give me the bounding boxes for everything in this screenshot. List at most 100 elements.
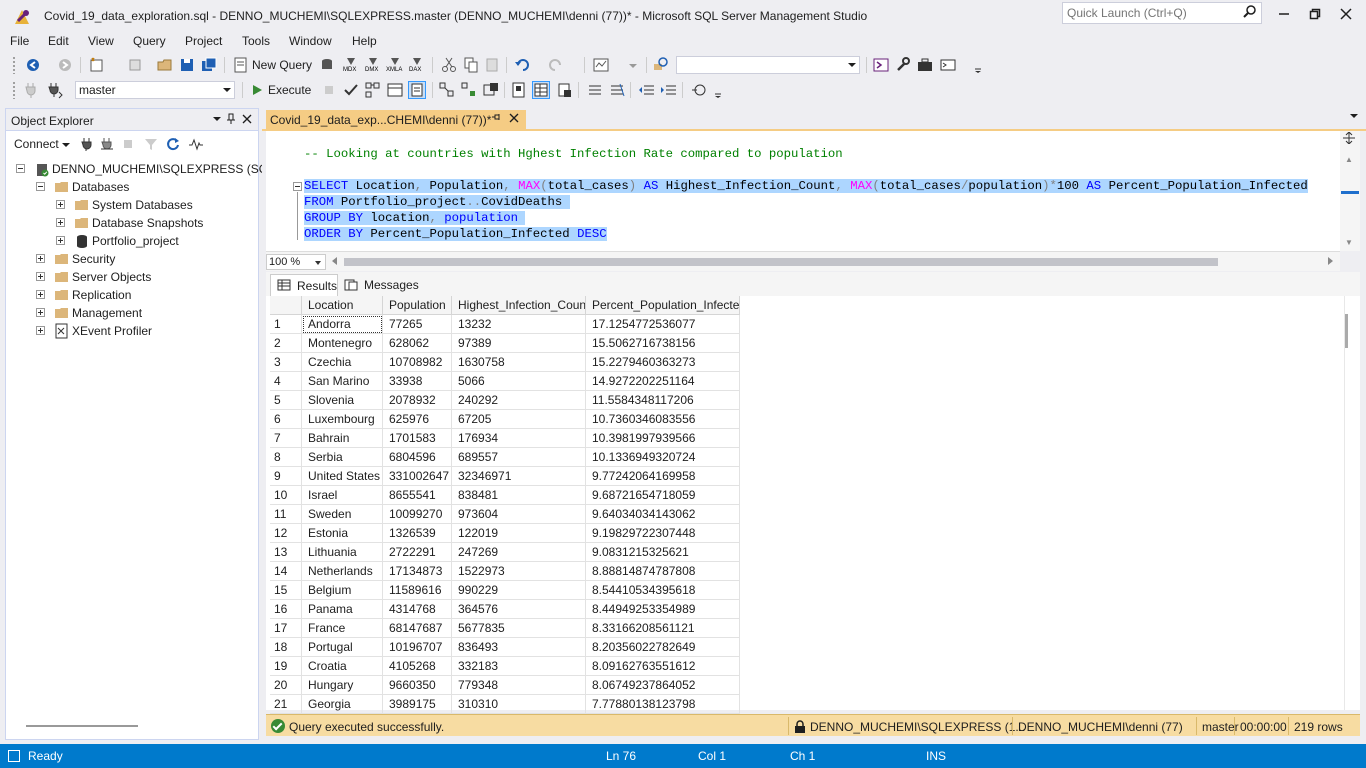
table-row[interactable]: 2 Montenegro 628062 97389 15.5062716738156 xyxy=(270,334,740,353)
tree-node-server-objects[interactable]: Server Objects xyxy=(12,268,258,286)
table-cell[interactable]: 5677835 xyxy=(452,619,586,638)
table-cell[interactable]: 331002647 xyxy=(383,467,452,486)
minimize-button[interactable] xyxy=(1272,4,1296,24)
scroll-up-icon[interactable]: ▲ xyxy=(1345,155,1353,164)
save-all-icon[interactable] xyxy=(200,56,218,74)
toolbar-grip[interactable] xyxy=(12,56,16,74)
available-databases-select[interactable]: master xyxy=(75,81,235,99)
chevron-down-icon[interactable] xyxy=(212,113,222,127)
table-cell[interactable]: 15.2279460363273 xyxy=(586,353,740,372)
table-cell[interactable]: 9.64034034143062 xyxy=(586,505,740,524)
row-number-cell[interactable]: 12 xyxy=(270,524,302,543)
table-row[interactable]: 8 Serbia 6804596 689557 10.1336949320724 xyxy=(270,448,740,467)
column-header[interactable]: Location xyxy=(302,296,383,315)
undo-icon[interactable] xyxy=(514,56,532,74)
table-cell[interactable]: 77265 xyxy=(383,315,452,334)
table-row[interactable]: 11 Sweden 10099270 973604 9.64034034143062 xyxy=(270,505,740,524)
new-query-button[interactable]: New Query xyxy=(252,58,312,72)
table-cell[interactable]: Panama xyxy=(302,600,383,619)
execute-play-icon[interactable] xyxy=(248,81,266,99)
table-cell[interactable]: 628062 xyxy=(383,334,452,353)
output-window-icon[interactable] xyxy=(8,750,20,762)
column-header[interactable]: Percent_Population_Infected xyxy=(586,296,740,315)
table-cell[interactable]: 625976 xyxy=(383,410,452,429)
table-cell[interactable]: 990229 xyxy=(452,581,586,600)
table-cell[interactable]: 10.7360346083556 xyxy=(586,410,740,429)
menu-view[interactable]: View xyxy=(88,34,114,48)
redo-icon[interactable] xyxy=(546,56,564,74)
row-number-cell[interactable]: 7 xyxy=(270,429,302,448)
table-cell[interactable]: 7.77880138123798 xyxy=(586,695,740,714)
table-cell[interactable]: 10.3981997939566 xyxy=(586,429,740,448)
table-cell[interactable]: 97389 xyxy=(452,334,586,353)
table-row[interactable]: 12 Estonia 1326539 122019 9.19829722307448 xyxy=(270,524,740,543)
table-row[interactable]: 13 Lithuania 2722291 247269 9.0831215325621 xyxy=(270,543,740,562)
copy-icon[interactable] xyxy=(462,56,480,74)
table-cell[interactable]: 67205 xyxy=(452,410,586,429)
table-cell[interactable]: 1522973 xyxy=(452,562,586,581)
toolbar-options-icon[interactable] xyxy=(710,81,728,99)
table-cell[interactable]: 9.68721654718059 xyxy=(586,486,740,505)
tree-node-system-databases[interactable]: System Databases xyxy=(12,196,258,214)
mdx-query-icon[interactable]: MDX xyxy=(342,56,360,74)
results-to-text-icon[interactable] xyxy=(482,81,500,99)
connect-plug-icon[interactable] xyxy=(22,81,40,99)
activity-monitor-icon[interactable] xyxy=(592,56,610,74)
cut-icon[interactable] xyxy=(440,56,458,74)
results-to-grid-icon[interactable] xyxy=(532,81,550,99)
table-cell[interactable]: 122019 xyxy=(452,524,586,543)
table-cell[interactable]: United States xyxy=(302,467,383,486)
table-cell[interactable]: 15.5062716738156 xyxy=(586,334,740,353)
table-cell[interactable]: 3989175 xyxy=(383,695,452,714)
menu-file[interactable]: File xyxy=(10,34,29,48)
table-cell[interactable]: 11589616 xyxy=(383,581,452,600)
column-header[interactable]: Highest_Infection_Count xyxy=(452,296,586,315)
table-cell[interactable]: 364576 xyxy=(452,600,586,619)
table-cell[interactable]: 2722291 xyxy=(383,543,452,562)
tree-node-databases[interactable]: Databases xyxy=(12,178,258,196)
table-cell[interactable]: 2078932 xyxy=(383,391,452,410)
table-cell[interactable]: 10099270 xyxy=(383,505,452,524)
tab-query-editor[interactable]: Covid_19_data_exp...CHEMI\denni (77))* xyxy=(266,110,526,130)
find-icon[interactable] xyxy=(652,56,670,74)
table-cell[interactable]: 4105268 xyxy=(383,657,452,676)
table-cell[interactable]: 973604 xyxy=(452,505,586,524)
table-cell[interactable]: 10708982 xyxy=(383,353,452,372)
table-cell[interactable]: 1326539 xyxy=(383,524,452,543)
table-cell[interactable]: Netherlands xyxy=(302,562,383,581)
expand-toggle[interactable] xyxy=(56,218,65,227)
dax-query-icon[interactable]: DAX xyxy=(408,56,426,74)
scroll-down-icon[interactable]: ▼ xyxy=(1345,238,1353,247)
tab-messages[interactable]: Messages xyxy=(342,274,419,296)
table-cell[interactable]: 310310 xyxy=(452,695,586,714)
table-row[interactable]: 18 Portugal 10196707 836493 8.20356022782649 xyxy=(270,638,740,657)
tree-node-security[interactable]: Security xyxy=(12,250,258,268)
table-cell[interactable]: Sweden xyxy=(302,505,383,524)
table-cell[interactable]: Georgia xyxy=(302,695,383,714)
display-estimated-plan-icon[interactable] xyxy=(364,81,382,99)
table-cell[interactable]: San Marino xyxy=(302,372,383,391)
table-cell[interactable]: France xyxy=(302,619,383,638)
row-number-cell[interactable]: 20 xyxy=(270,676,302,695)
quick-launch[interactable] xyxy=(1062,2,1262,24)
find-combo[interactable] xyxy=(676,56,860,74)
table-cell[interactable]: 836493 xyxy=(452,638,586,657)
command-window-icon[interactable] xyxy=(940,56,958,74)
pin-tab-icon[interactable] xyxy=(491,112,501,125)
activity-monitor-icon[interactable] xyxy=(188,137,204,154)
table-cell[interactable]: Slovenia xyxy=(302,391,383,410)
table-cell[interactable]: 247269 xyxy=(452,543,586,562)
row-number-cell[interactable]: 8 xyxy=(270,448,302,467)
row-number-cell[interactable]: 21 xyxy=(270,695,302,714)
disconnect-icon[interactable] xyxy=(100,137,114,154)
table-row[interactable]: 19 Croatia 4105268 332183 8.09162763551612 xyxy=(270,657,740,676)
forward-icon[interactable] xyxy=(56,56,74,74)
tab-list-dropdown-icon[interactable] xyxy=(1350,114,1358,118)
solution-explorer-icon[interactable] xyxy=(872,56,890,74)
table-cell[interactable]: 8.33166208561121 xyxy=(586,619,740,638)
table-cell[interactable]: 689557 xyxy=(452,448,586,467)
collapse-region-toggle[interactable] xyxy=(293,182,302,191)
tab-results[interactable]: Results xyxy=(270,274,338,296)
table-cell[interactable]: Luxembourg xyxy=(302,410,383,429)
expand-toggle[interactable] xyxy=(36,290,45,299)
